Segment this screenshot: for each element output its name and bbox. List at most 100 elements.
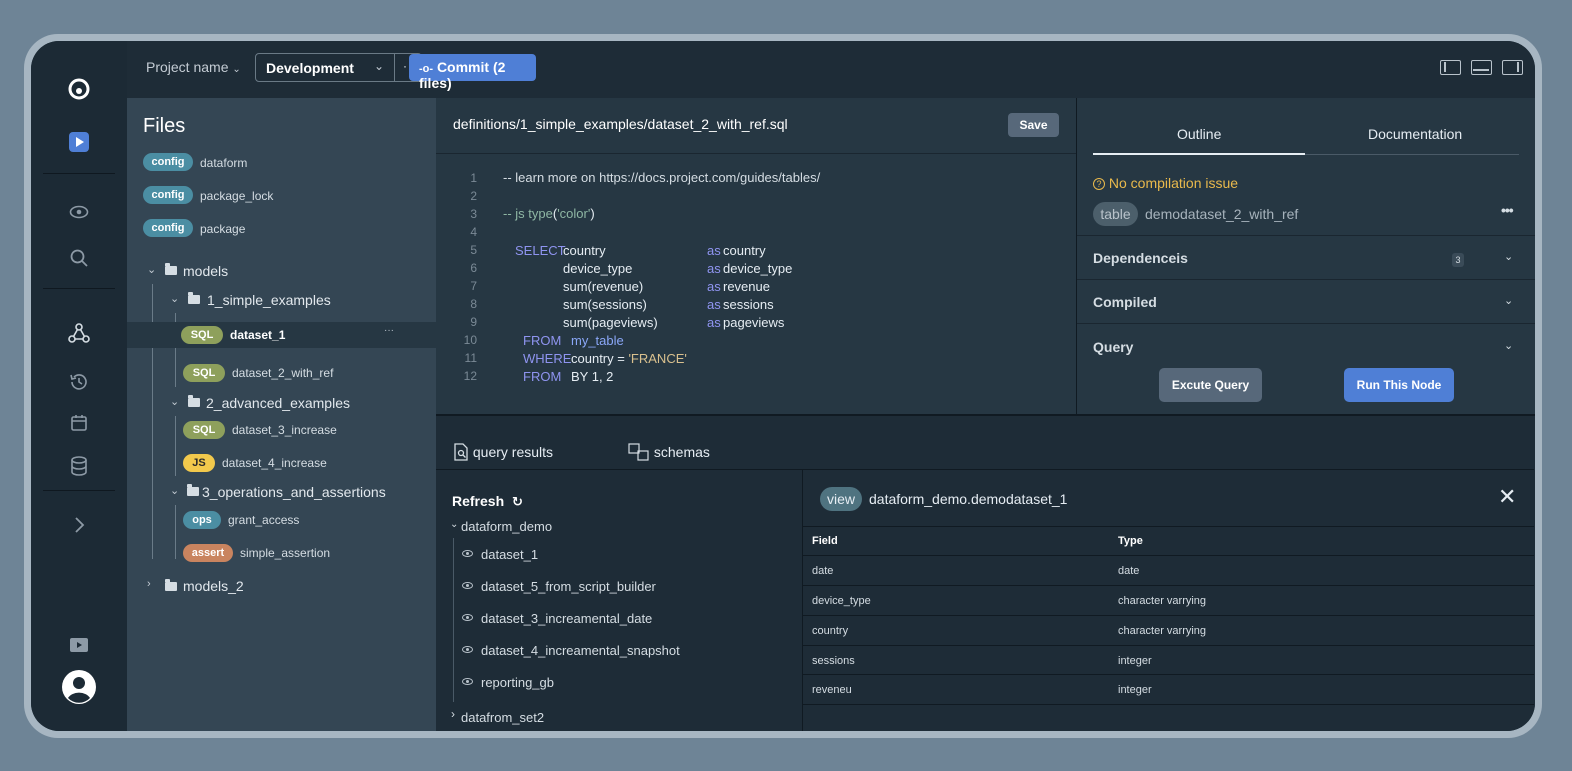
node-more-button[interactable]: •••: [1501, 202, 1514, 218]
section-query[interactable]: Query: [1093, 339, 1133, 355]
file-dataset-2-with-ref[interactable]: dataset_2_with_ref: [232, 366, 333, 380]
project-name: Project name: [146, 59, 229, 75]
project-selector[interactable]: Project name ⌄: [146, 59, 241, 75]
code-alias[interactable]: revenue: [723, 279, 770, 294]
table-row: [802, 585, 1534, 586]
code-column[interactable]: country: [563, 243, 606, 258]
run-node-button[interactable]: Run This Node: [1344, 368, 1454, 402]
chevron-down-icon[interactable]: ⌄: [1504, 294, 1514, 307]
code-alias[interactable]: pageviews: [723, 315, 784, 330]
chevron-right-icon[interactable]: [67, 513, 91, 537]
chevron-down-icon[interactable]: ⌄: [1504, 250, 1514, 263]
calendar-icon[interactable]: [67, 411, 91, 435]
section-compiled[interactable]: Compiled: [1093, 294, 1157, 310]
chevron-down-icon[interactable]: ⌄: [170, 484, 179, 497]
tab-outline[interactable]: Outline: [1177, 126, 1221, 142]
file-package[interactable]: package: [200, 222, 245, 236]
chevron-down-icon[interactable]: ⌄: [450, 519, 458, 530]
eye-icon[interactable]: [462, 550, 473, 557]
code-keyword: as: [707, 243, 721, 258]
chevron-right-icon[interactable]: ›: [451, 707, 455, 721]
eye-icon[interactable]: [462, 678, 473, 685]
eye-icon[interactable]: [462, 646, 473, 653]
save-button[interactable]: Save: [1008, 113, 1059, 137]
code-alias[interactable]: country: [723, 243, 766, 258]
database-icon[interactable]: [67, 454, 91, 478]
eye-icon[interactable]: [67, 200, 91, 224]
bottom-divider: [436, 469, 1534, 470]
folder-2-advanced-examples[interactable]: 2_advanced_examples: [206, 395, 350, 411]
dataset-item[interactable]: reporting_gb: [481, 675, 554, 690]
code-column[interactable]: device_type: [563, 261, 632, 276]
schema-datafrom-set2[interactable]: datafrom_set2: [461, 710, 544, 725]
tab-documentation[interactable]: Documentation: [1368, 126, 1462, 142]
code-where[interactable]: country = 'FRANCE': [571, 351, 687, 366]
video-icon[interactable]: [67, 633, 91, 657]
layout-right-icon[interactable]: [1502, 60, 1523, 75]
layout-bottom-icon[interactable]: [1471, 60, 1492, 75]
code-js-line[interactable]: -- js type('color'): [503, 206, 595, 221]
code-comment[interactable]: -- learn more on https://docs.project.co…: [503, 170, 820, 185]
window-frame: Project name ⌄ Development ⌄ ·· -o- Comm…: [24, 34, 1542, 738]
tab-query-results[interactable]: query results: [453, 443, 553, 461]
eye-icon[interactable]: [462, 614, 473, 621]
folder-3-operations-and-assertions[interactable]: 3_operations_and_assertions: [202, 484, 386, 500]
file-dataset-1[interactable]: dataset_1: [230, 328, 285, 342]
history-icon[interactable]: [67, 370, 91, 394]
code-keyword[interactable]: FROM: [523, 333, 561, 348]
file-package-lock[interactable]: package_lock: [200, 189, 273, 203]
dataset-item[interactable]: dataset_5_from_script_builder: [481, 579, 656, 594]
dataset-item[interactable]: dataset_3_increamental_date: [481, 611, 652, 626]
table-cell-field: reveneu: [812, 684, 852, 696]
code-keyword[interactable]: WHERE: [523, 351, 571, 366]
code-alias[interactable]: device_type: [723, 261, 792, 276]
dataset-item[interactable]: dataset_1: [481, 547, 538, 562]
code-table[interactable]: my_table: [571, 333, 624, 348]
close-icon[interactable]: ✕: [1498, 484, 1516, 510]
config-tag: config: [143, 219, 193, 237]
file-dataset-4-increase[interactable]: dataset_4_increase: [222, 456, 327, 470]
refresh-button[interactable]: Refresh ↻: [452, 493, 523, 510]
code-keyword[interactable]: SELECT: [515, 243, 566, 258]
folder-models[interactable]: models: [183, 263, 228, 279]
chevron-right-icon[interactable]: ›: [147, 578, 151, 590]
logo-icon[interactable]: [67, 77, 91, 101]
folder-1-simple-examples[interactable]: 1_simple_examples: [207, 292, 331, 308]
file-simple-assertion[interactable]: simple_assertion: [240, 546, 330, 560]
chevron-down-icon[interactable]: ⌄: [170, 395, 179, 408]
commit-button[interactable]: -o- Commit (2 files): [409, 54, 536, 91]
search-icon[interactable]: [67, 246, 91, 270]
code-column[interactable]: sum(sessions): [563, 297, 647, 312]
execute-query-button[interactable]: Excute Query: [1159, 368, 1262, 402]
folder-models-2[interactable]: models_2: [183, 578, 244, 594]
file-grant-access[interactable]: grant_access: [228, 513, 299, 527]
branch-select[interactable]: Development ⌄: [255, 53, 395, 82]
code-column[interactable]: sum(revenue): [563, 279, 643, 294]
code-keyword[interactable]: FROM: [523, 369, 561, 384]
assert-tag: assert: [183, 544, 233, 562]
chevron-down-icon: ⌄: [373, 59, 384, 73]
user-icon[interactable]: [61, 669, 97, 705]
code-column[interactable]: sum(pageviews): [563, 315, 658, 330]
schema-dataform-demo[interactable]: dataform_demo: [461, 519, 552, 534]
layout-left-icon[interactable]: [1440, 60, 1461, 75]
file-dataset-3-increase[interactable]: dataset_3_increase: [232, 423, 337, 437]
play-icon[interactable]: [67, 130, 91, 154]
bottom-panel: query results schemas Refresh ↻ ⌄ datafo…: [436, 414, 1535, 731]
graph-icon[interactable]: [67, 321, 91, 345]
row-more-button[interactable]: ···: [384, 325, 394, 336]
line-number: 11: [464, 351, 477, 365]
folder-icon: [187, 484, 199, 496]
code-token: ): [590, 206, 595, 221]
dataset-item[interactable]: dataset_4_increamental_snapshot: [481, 643, 680, 658]
table-row: [802, 645, 1534, 646]
code-alias[interactable]: sessions: [723, 297, 774, 312]
code-group-by[interactable]: BY 1, 2: [571, 369, 613, 384]
chevron-down-icon[interactable]: ⌄: [170, 292, 179, 305]
section-dependencies[interactable]: Dependenceis: [1093, 250, 1188, 266]
chevron-down-icon[interactable]: ⌄: [147, 263, 156, 276]
eye-icon[interactable]: [462, 582, 473, 589]
file-dataform[interactable]: dataform: [200, 156, 247, 170]
tab-schemas[interactable]: schemas: [628, 443, 710, 461]
chevron-down-icon[interactable]: ⌄: [1504, 339, 1514, 352]
